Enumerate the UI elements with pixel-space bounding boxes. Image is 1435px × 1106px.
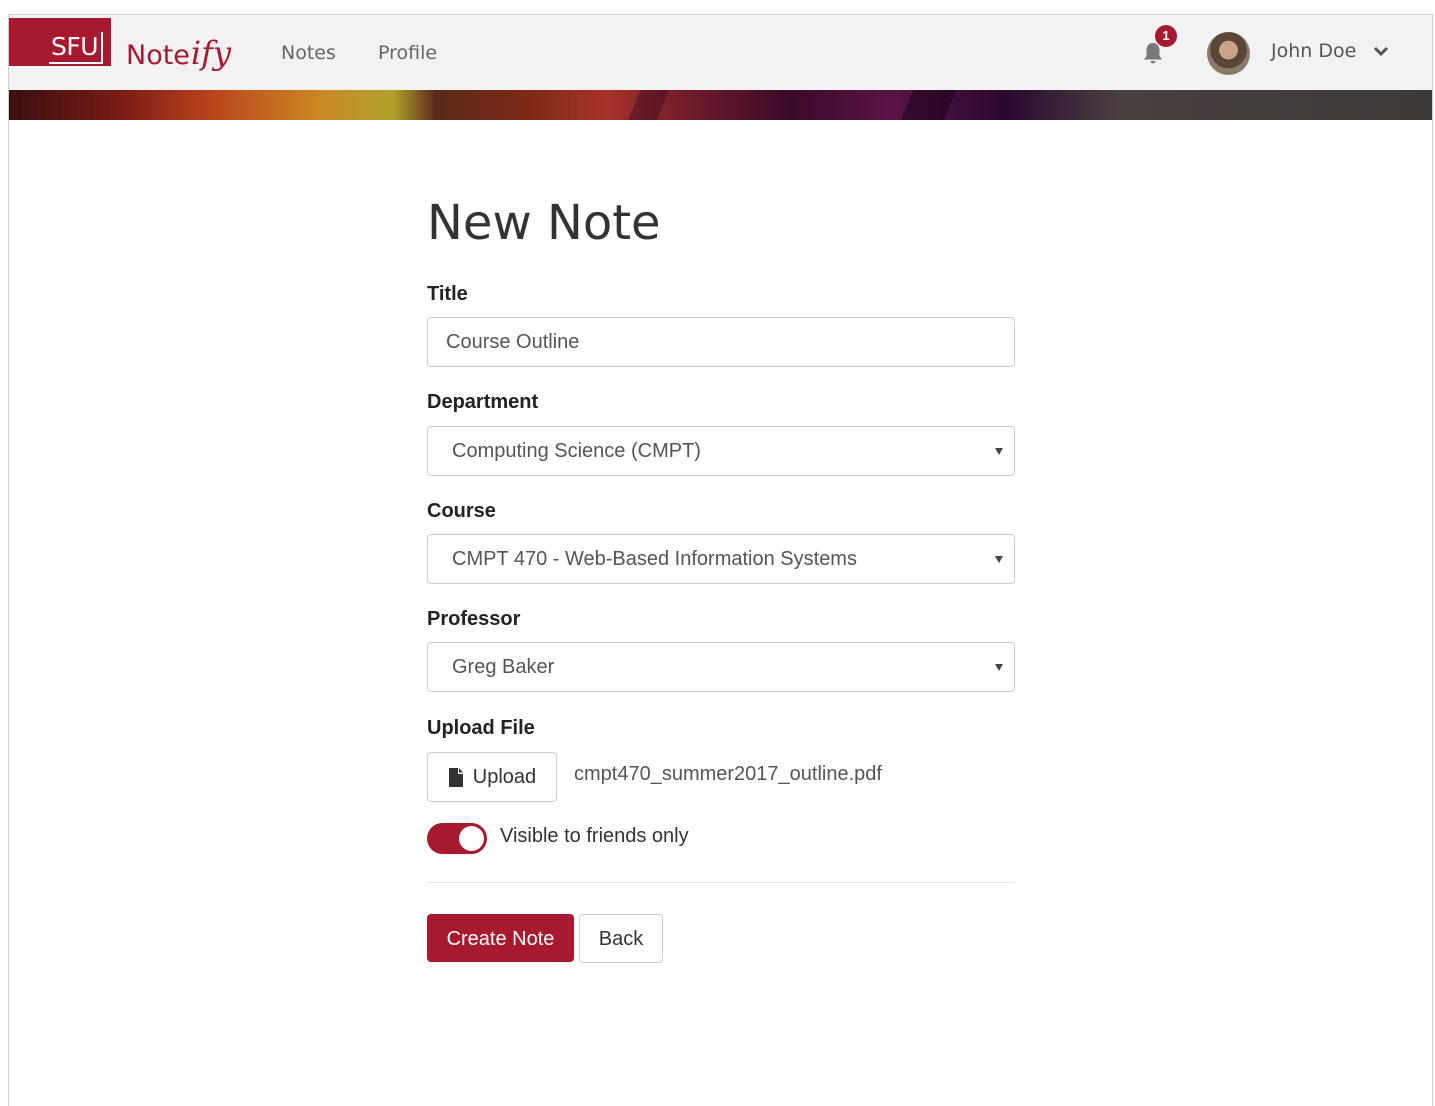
visibility-toggle[interactable]: [427, 823, 487, 854]
caret-down-icon: [995, 448, 1003, 455]
title-input[interactable]: Course Outline: [427, 317, 1015, 367]
header-banner: [9, 90, 1432, 120]
nav-link-profile[interactable]: Profile: [378, 42, 437, 64]
uploaded-file-name: cmpt470_summer2017_outline.pdf: [574, 763, 882, 785]
course-label: Course: [427, 500, 496, 522]
department-label: Department: [427, 391, 539, 413]
upload-button-label: Upload: [472, 765, 537, 788]
upload-label: Upload File: [427, 717, 535, 739]
brand-name-script: ify: [190, 34, 232, 72]
nav-link-notes[interactable]: Notes: [281, 42, 336, 64]
visibility-toggle-label[interactable]: Visible to friends only: [500, 825, 689, 848]
app-window: SFU Note ify Notes Profile 1 John Doe New…: [8, 14, 1433, 1106]
course-select-value: CMPT 470 - Web-Based Information Systems: [452, 548, 857, 570]
brand-sfu-text: SFU: [49, 32, 104, 64]
create-note-button[interactable]: Create Note: [427, 914, 574, 962]
brand-name-text: Note: [126, 40, 190, 71]
caret-down-icon: [995, 664, 1003, 671]
file-icon: [448, 767, 463, 787]
divider: [427, 882, 1015, 883]
toggle-knob: [459, 826, 484, 851]
caret-down-icon: [995, 556, 1003, 563]
department-select[interactable]: Computing Science (CMPT): [427, 426, 1015, 476]
chevron-down-icon[interactable]: [1373, 45, 1389, 57]
course-select[interactable]: CMPT 470 - Web-Based Information Systems: [427, 534, 1015, 584]
notification-badge[interactable]: 1: [1155, 25, 1177, 47]
department-select-value: Computing Science (CMPT): [452, 440, 701, 462]
back-button[interactable]: Back: [579, 914, 663, 963]
professor-label: Professor: [427, 608, 521, 630]
title-label: Title: [427, 283, 468, 305]
upload-button[interactable]: Upload: [427, 752, 557, 802]
page-title: New Note: [427, 195, 661, 251]
user-name[interactable]: John Doe: [1271, 40, 1356, 62]
avatar[interactable]: [1207, 32, 1250, 75]
brand-name[interactable]: Note ify: [126, 34, 231, 72]
navbar: SFU Note ify Notes Profile 1 John Doe: [9, 15, 1432, 90]
brand-logo[interactable]: SFU: [49, 32, 104, 64]
professor-select-value: Greg Baker: [452, 656, 555, 678]
professor-select[interactable]: Greg Baker: [427, 642, 1015, 692]
